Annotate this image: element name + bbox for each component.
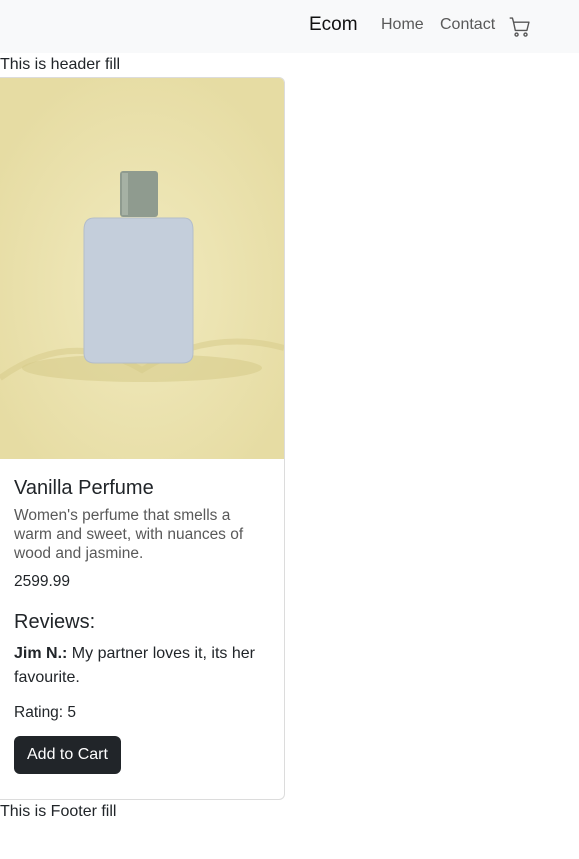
header-fill: This is header fill <box>0 56 121 73</box>
review-author: Jim N.: <box>14 645 68 662</box>
product-card: Vanilla Perfume Women's perfume that sme… <box>0 77 285 800</box>
product-image <box>0 78 284 459</box>
footer-fill: This is Footer fill <box>0 803 117 820</box>
product-description: Women's perfume that smells a warm and s… <box>14 507 244 562</box>
navbar: Ecom Home Contact <box>0 0 579 53</box>
nav-link-home[interactable]: Home <box>381 16 424 34</box>
product-card-body: Vanilla Perfume Women's perfume that sme… <box>0 459 284 774</box>
reviews-heading: Reviews: <box>14 611 96 633</box>
brand-link[interactable]: Ecom <box>309 14 358 36</box>
product-price: 2599.99 <box>14 573 71 590</box>
product-title: Vanilla Perfume <box>14 477 154 499</box>
cart-icon[interactable] <box>509 16 531 38</box>
review-item: Jim N.: My partner loves it, its her fav… <box>14 642 270 690</box>
nav-link-contact[interactable]: Contact <box>440 16 495 34</box>
product-rating: Rating: 5 <box>14 704 77 721</box>
add-to-cart-button[interactable]: Add to Cart <box>14 736 121 774</box>
